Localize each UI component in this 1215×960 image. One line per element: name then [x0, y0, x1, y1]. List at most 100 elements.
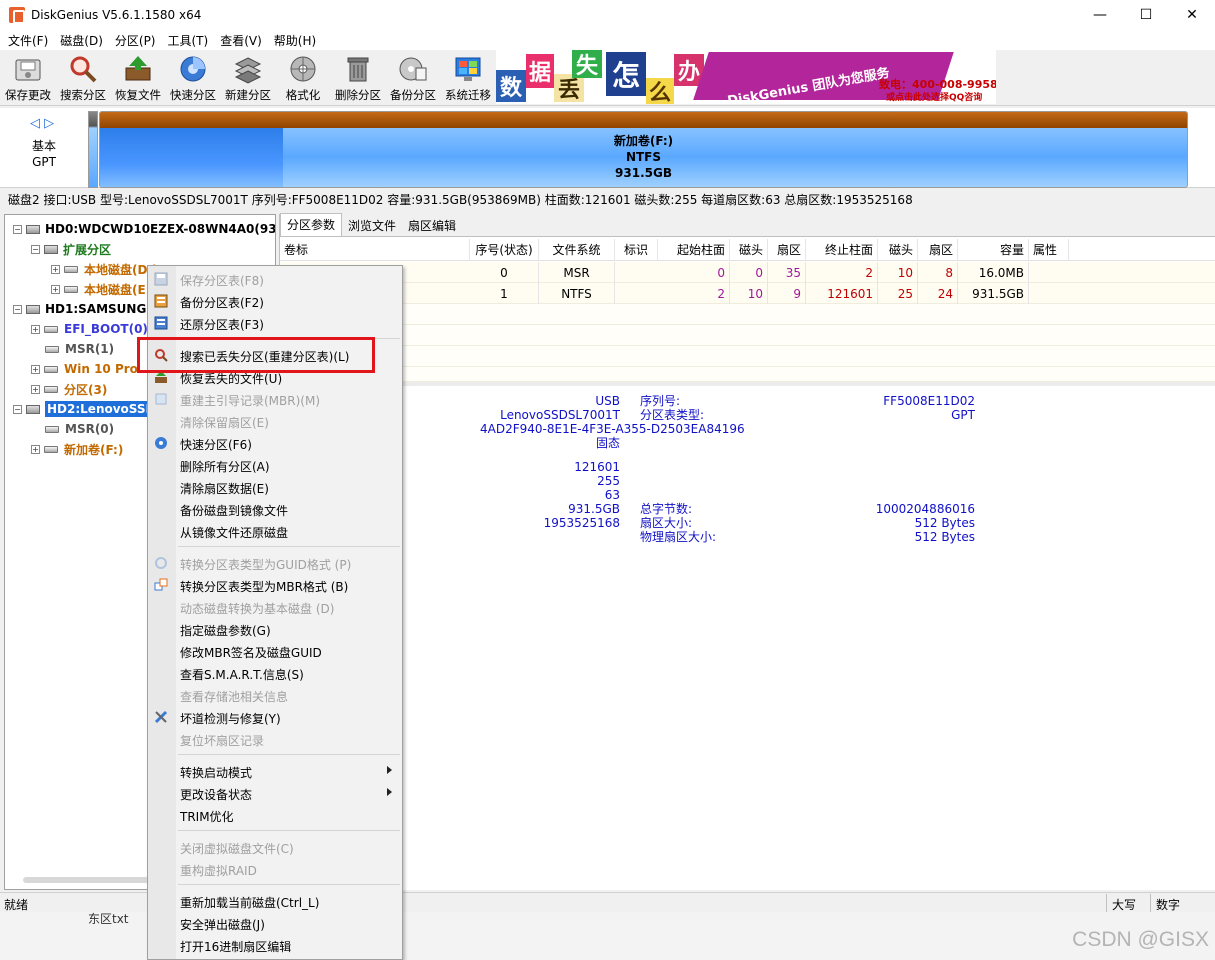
submenu-arrow-icon	[387, 766, 392, 774]
banner-qq-link[interactable]: 或点击此处选择QQ咨询	[886, 90, 982, 103]
context-menu-item[interactable]: 更改设备状态	[148, 782, 402, 804]
table-row[interactable]: 0 MSR 0 0 35 2 10 8 16.0MB	[280, 262, 1215, 284]
backup-partition-icon	[398, 54, 428, 84]
tree-node-local-e[interactable]: + 本地磁盘(E:)	[51, 279, 156, 299]
support-banner[interactable]: 数 据 丢 失 怎 么 办 DiskGenius 团队为您服务 致电：400-0…	[496, 50, 996, 104]
context-menu-item[interactable]: 重新加载当前磁盘(Ctrl_L)	[148, 890, 402, 912]
context-menu-item[interactable]: 转换分区表类型为MBR格式 (B)	[148, 574, 402, 596]
expand-icon[interactable]: +	[31, 444, 40, 454]
close-button[interactable]: ✕	[1169, 0, 1215, 30]
context-menu-item[interactable]: TRIM优化	[148, 804, 402, 826]
tree-node-hd0[interactable]: − HD0:WDCWD10EZEX-08WN4A0(932GB)	[13, 219, 275, 239]
disk-nav-arrows-icon[interactable]: ◁ ▷	[30, 116, 54, 131]
tree-node-local-d[interactable]: + 本地磁盘(D:)	[51, 259, 158, 279]
quick-partition-button[interactable]: 快速分区	[165, 52, 221, 104]
menu-separator	[178, 830, 400, 831]
context-menu-item[interactable]: 转换启动模式	[148, 760, 402, 782]
collapse-icon[interactable]: −	[13, 404, 22, 414]
col-start-sector[interactable]: 扇区	[768, 239, 806, 261]
collapse-icon[interactable]: −	[13, 304, 22, 314]
backup-partition-button[interactable]: 备份分区	[385, 52, 441, 104]
context-menu-item[interactable]: 打开16进制扇区编辑	[148, 934, 402, 956]
expand-icon[interactable]: +	[31, 384, 40, 394]
tab-partition-params[interactable]: 分区参数	[280, 213, 343, 236]
convert-mbr-icon	[154, 578, 168, 592]
menu-partition[interactable]: 分区(P)	[109, 32, 162, 49]
expand-icon[interactable]: +	[51, 264, 60, 274]
tree-node-extended[interactable]: − 扩展分区	[31, 239, 111, 259]
col-start-cyl[interactable]: 起始柱面	[658, 239, 730, 261]
title-bar: DiskGenius V5.6.1.1580 x64 — ☐ ✕	[0, 0, 1215, 30]
col-filesystem[interactable]: 文件系统	[539, 239, 615, 261]
msr-partition-slice[interactable]	[88, 111, 98, 188]
save-changes-button[interactable]: 保存更改	[0, 52, 56, 104]
partition-icon	[44, 325, 58, 333]
minimize-button[interactable]: —	[1077, 0, 1123, 30]
new-partition-button[interactable]: 新建分区	[220, 52, 276, 104]
detail-sectors-per-track: 63	[604, 488, 620, 502]
tree-node-hd1[interactable]: − HD1:SAMSUNGMZ	[13, 299, 167, 319]
col-volume-label[interactable]: 卷标	[280, 239, 470, 261]
system-migration-button[interactable]: 系统迁移	[440, 52, 496, 104]
app-logo-icon	[9, 7, 25, 24]
detail-sector-size-label: 扇区大小:	[640, 516, 693, 530]
expand-icon[interactable]: +	[31, 364, 40, 374]
disk-details-area: USB LenovoSSDSL7001T 4AD2F940-8E1E-4F3E-…	[280, 386, 1215, 890]
menu-help[interactable]: 帮助(H)	[268, 32, 322, 49]
context-menu-item[interactable]: 还原分区表(F3)	[148, 312, 402, 334]
context-menu-item[interactable]: 安全弹出磁盘(J)	[148, 912, 402, 934]
partition-bar-f[interactable]: 新加卷(F:) NTFS 931.5GB	[99, 111, 1188, 188]
expand-icon[interactable]: +	[51, 284, 60, 294]
collapse-icon[interactable]: −	[31, 244, 40, 254]
expand-icon[interactable]: +	[31, 324, 40, 334]
tree-node-msr0[interactable]: MSR(0)	[45, 419, 114, 439]
detail-heads: 255	[597, 474, 620, 488]
tab-browse-files[interactable]: 浏览文件	[342, 215, 402, 236]
context-menu-item[interactable]: 修改MBR签名及磁盘GUID	[148, 640, 402, 662]
tree-node-part3[interactable]: + 分区(3)	[31, 379, 107, 399]
recover-files-button[interactable]: 恢复文件	[110, 52, 166, 104]
menu-separator	[178, 546, 400, 547]
tree-node-win10[interactable]: + Win 10 Pro	[31, 359, 138, 379]
context-menu-item[interactable]: 查看S.M.A.R.T.信息(S)	[148, 662, 402, 684]
tree-node-msr1[interactable]: MSR(1)	[45, 339, 114, 359]
tree-node-efi[interactable]: + EFI_BOOT(0)	[31, 319, 148, 339]
submenu-arrow-icon	[387, 788, 392, 796]
tab-sector-editor[interactable]: 扇区编辑	[402, 215, 462, 236]
context-menu-item[interactable]: 坏道检测与修复(Y)	[148, 706, 402, 728]
format-button[interactable]: 格式化	[275, 52, 331, 104]
context-menu-item[interactable]: 清除扇区数据(E)	[148, 476, 402, 498]
col-start-head[interactable]: 磁头	[730, 239, 768, 261]
detail-total-sectors: 1953525168	[543, 516, 620, 530]
context-menu-item[interactable]: 从镜像文件还原磁盘	[148, 520, 402, 542]
tree-node-new-volume[interactable]: + 新加卷(F:)	[31, 439, 123, 459]
col-capacity[interactable]: 容量	[958, 239, 1029, 261]
col-flag[interactable]: 标识	[615, 239, 658, 261]
search-partition-button[interactable]: 搜索分区	[55, 52, 111, 104]
maximize-button[interactable]: ☐	[1123, 0, 1169, 30]
detail-cylinders: 121601	[574, 460, 620, 474]
col-end-cyl[interactable]: 终止柱面	[806, 239, 878, 261]
status-caps: 大写	[1106, 894, 1141, 912]
partition-icon	[45, 425, 59, 433]
tree-node-hd2[interactable]: − HD2:LenovoSSDS	[13, 399, 167, 419]
col-index[interactable]: 序号(状态)	[470, 239, 539, 261]
context-menu-item: 保存分区表(F8)	[148, 268, 402, 290]
menu-disk[interactable]: 磁盘(D)	[54, 32, 109, 49]
collapse-icon[interactable]: −	[13, 224, 22, 234]
context-menu-item[interactable]: 备份磁盘到镜像文件	[148, 498, 402, 520]
menu-separator	[178, 884, 400, 885]
status-text: 就绪	[4, 898, 29, 912]
menu-tools[interactable]: 工具(T)	[162, 32, 215, 49]
menu-view[interactable]: 查看(V)	[214, 32, 268, 49]
context-menu-item[interactable]: 指定磁盘参数(G)	[148, 618, 402, 640]
col-attributes[interactable]: 属性	[1029, 239, 1069, 261]
context-menu-item[interactable]: 快速分区(F6)	[148, 432, 402, 454]
context-menu-item[interactable]: 删除所有分区(A)	[148, 454, 402, 476]
context-menu-item[interactable]: 备份分区表(F2)	[148, 290, 402, 312]
menu-file[interactable]: 文件(F)	[2, 32, 54, 49]
col-end-sector[interactable]: 扇区	[918, 239, 958, 261]
delete-partition-button[interactable]: 删除分区	[330, 52, 386, 104]
table-row[interactable]: 1 NTFS 2 10 9 121601 25 24 931.5GB	[280, 283, 1215, 305]
col-end-head[interactable]: 磁头	[878, 239, 918, 261]
